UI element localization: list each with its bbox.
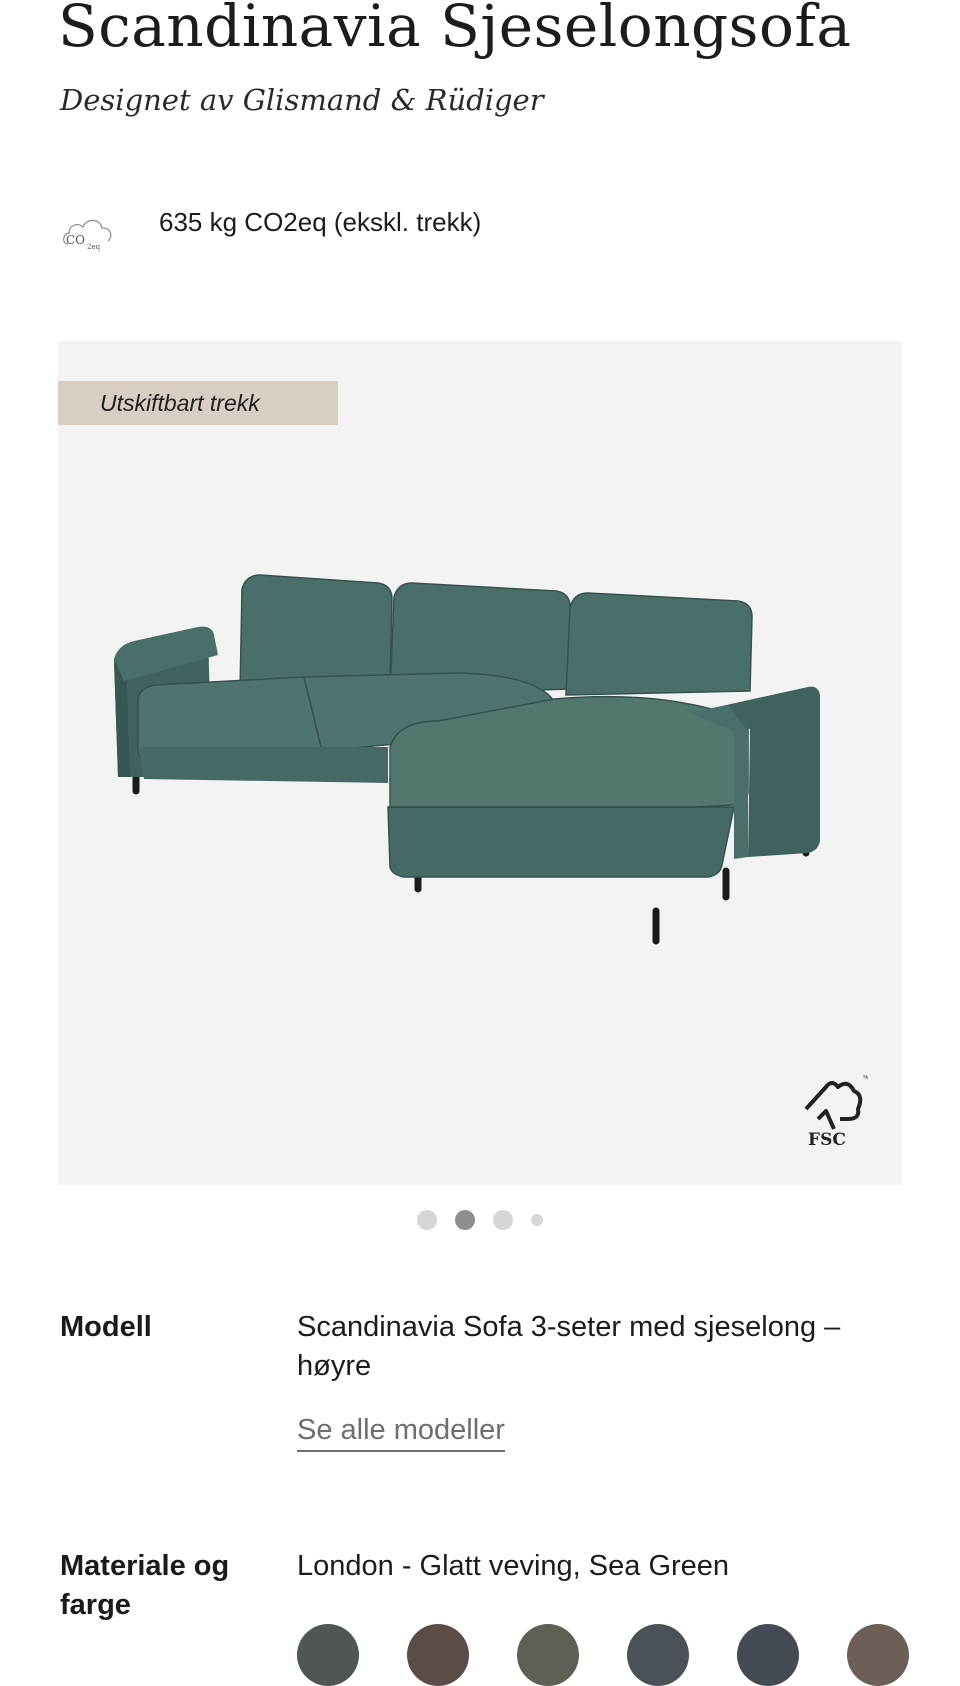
svg-text:FSC: FSC [808, 1130, 846, 1149]
color-swatch[interactable] [407, 1624, 469, 1686]
svg-text:2eq: 2eq [87, 243, 101, 251]
product-gallery[interactable]: Utskiftbart trekk ™ FSC [58, 341, 902, 1185]
gallery-pagination [0, 1210, 960, 1234]
designer-subtitle: Designet av Glismand & Rüdiger [60, 83, 544, 117]
gallery-dot-3[interactable] [493, 1210, 513, 1230]
material-label: Materiale og farge [60, 1550, 230, 1621]
see-all-models-link[interactable]: Se alle modeller [297, 1410, 505, 1452]
color-swatch[interactable] [517, 1624, 579, 1686]
sofa-image[interactable] [108, 571, 902, 961]
co2-cloud-icon: CO 2eq [63, 219, 112, 251]
color-swatch[interactable] [737, 1624, 799, 1686]
gallery-dot-1[interactable] [417, 1210, 437, 1230]
color-swatch[interactable] [297, 1624, 359, 1686]
co2-value: 635 kg CO2eq (ekskl. trekk) [159, 207, 482, 237]
co2-info: CO 2eq 635 kg CO2eq (ekskl. trekk) [60, 200, 900, 260]
model-value: Scandinavia Sofa 3-seter med sjeselong –… [297, 1311, 841, 1382]
replaceable-cover-badge: Utskiftbart trekk [58, 381, 338, 425]
page-title: Scandinavia Sjeselongsofa [58, 0, 852, 60]
svg-text:CO: CO [66, 233, 85, 247]
gallery-dot-4[interactable] [531, 1214, 543, 1226]
color-swatch[interactable] [627, 1624, 689, 1686]
color-swatch[interactable] [847, 1624, 909, 1686]
color-swatches [297, 1624, 937, 1686]
gallery-dot-2[interactable] [455, 1210, 475, 1230]
material-value: London - Glatt veving, Sea Green [297, 1550, 730, 1582]
model-label: Modell [60, 1311, 152, 1343]
svg-text:™: ™ [862, 1074, 868, 1083]
sofa-body [114, 574, 820, 878]
fsc-logo: ™ FSC [804, 1074, 868, 1149]
